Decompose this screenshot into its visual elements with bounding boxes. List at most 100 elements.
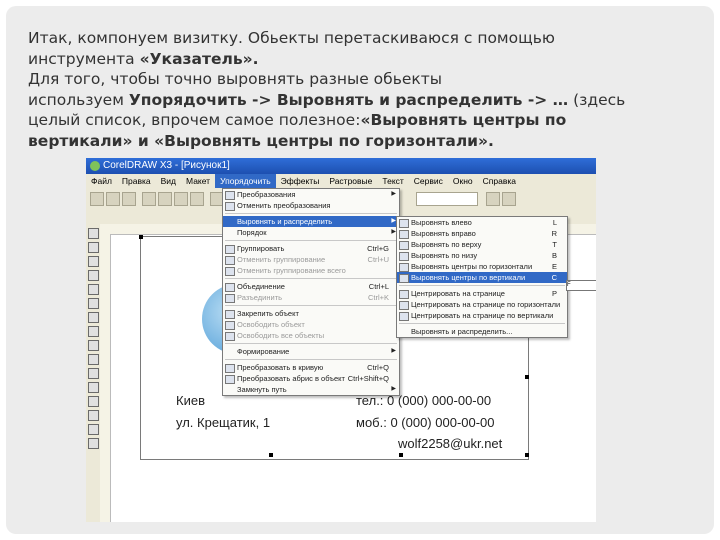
card-city[interactable]: Киев: [176, 393, 205, 408]
rectangle-tool-icon[interactable]: [88, 312, 99, 323]
align-bottom-icon: [399, 252, 409, 261]
submenu-align-left[interactable]: Выровнять влево L: [397, 217, 567, 228]
slide-paragraph: Итак, компонуем визитку. Обьекты перетас…: [28, 28, 698, 151]
menu-item-group[interactable]: Группировать Ctrl+G: [223, 243, 399, 254]
selection-handle[interactable]: [525, 375, 529, 379]
outline-object-icon: [225, 375, 235, 384]
text-line-3: Для того, чтобы точно выровнять разные о…: [28, 70, 443, 88]
selection-handle[interactable]: [139, 235, 143, 239]
new-icon[interactable]: [90, 192, 104, 206]
submenu-align-centers-vertical[interactable]: Выровнять центры по вертикали C: [397, 272, 567, 283]
menu-file[interactable]: Файл: [86, 174, 117, 188]
card-street[interactable]: ул. Крещатик, 1: [176, 415, 270, 430]
smart-fill-icon[interactable]: [88, 298, 99, 309]
menu-item-shaping[interactable]: Формирование ▶: [223, 346, 399, 357]
menu-text[interactable]: Текст: [377, 174, 408, 188]
submenu-center-page-horizontal[interactable]: Центрировать на странице по горизонтали: [397, 299, 567, 310]
clear-transform-icon: [225, 202, 235, 211]
menu-item-break-apart[interactable]: Разъединить Ctrl+K: [223, 292, 399, 303]
fill-tool-icon[interactable]: [88, 424, 99, 435]
menu-window[interactable]: Окно: [448, 174, 478, 188]
freehand-tool-icon[interactable]: [88, 284, 99, 295]
card-mobile[interactable]: моб.: 0 (000) 000-00-00: [356, 415, 495, 430]
menu-item-transformations[interactable]: Преобразования ▶: [223, 189, 399, 200]
break-apart-icon: [225, 294, 235, 303]
align-top-icon: [399, 241, 409, 250]
selection-handle[interactable]: [399, 453, 403, 457]
card-email[interactable]: wolf2258@ukr.net: [398, 436, 502, 451]
shape-tool-icon[interactable]: [88, 242, 99, 253]
submenu-align-right[interactable]: Выровнять вправо R: [397, 228, 567, 239]
menu-item-ungroup-all[interactable]: Отменить группирование всего: [223, 265, 399, 276]
menu-item-convert-to-curves[interactable]: Преобразовать в кривую Ctrl+Q: [223, 362, 399, 373]
command-horizontal-centers: вертикали» и «Выровнять центры по горизо…: [28, 131, 494, 150]
outline-tool-icon[interactable]: [88, 410, 99, 421]
paste-icon[interactable]: [190, 192, 204, 206]
align-right-icon: [399, 230, 409, 239]
save-icon[interactable]: [122, 192, 136, 206]
submenu-align-bottom[interactable]: Выровнять по низу B: [397, 250, 567, 261]
unlock-all-icon: [225, 332, 235, 341]
menu-tools[interactable]: Сервис: [409, 174, 448, 188]
menu-edit[interactable]: Правка: [117, 174, 156, 188]
menu-separator: [225, 213, 397, 214]
interactive-tool-icon[interactable]: [88, 382, 99, 393]
coreldraw-app-icon: [90, 161, 100, 171]
submenu-align-distribute-dialog[interactable]: Выровнять и распределить...: [397, 326, 567, 337]
align-center-h-icon: [399, 263, 409, 272]
eyedropper-tool-icon[interactable]: [88, 396, 99, 407]
menu-item-unlock-all[interactable]: Освободить все объекты: [223, 330, 399, 341]
menu-separator: [399, 323, 565, 324]
command-vertical-centers: «Выровнять центры по: [360, 111, 567, 129]
zoom-dropdown[interactable]: [416, 192, 478, 206]
menu-item-lock-object[interactable]: Закрепить объект: [223, 308, 399, 319]
zoom-tool-icon[interactable]: [88, 270, 99, 281]
crop-tool-icon[interactable]: [88, 256, 99, 267]
menu-arrange[interactable]: Упорядочить: [215, 174, 276, 188]
submenu-align-top[interactable]: Выровнять по верху T: [397, 239, 567, 250]
text-line-5: целый список, впрочем самое полезное:: [28, 111, 361, 129]
ungroup-icon: [225, 256, 235, 265]
menu-bar: Файл Правка Вид Макет Упорядочить Эффекты Раст…: [86, 174, 596, 188]
menu-item-clear-transformations[interactable]: Отменить преобразования: [223, 200, 399, 211]
snap-icon[interactable]: [486, 192, 500, 206]
menu-item-convert-outline[interactable]: Преобразовать абрис в объект Ctrl+Shift+Q: [223, 373, 399, 384]
menu-item-order[interactable]: Порядок ▶: [223, 227, 399, 238]
property-field[interactable]: F: [566, 280, 596, 291]
menu-item-combine[interactable]: Объединение Ctrl+L: [223, 281, 399, 292]
window-title: CorelDRAW X3 - [Рисунок1]: [103, 160, 230, 171]
menu-effects[interactable]: Эффекты: [276, 174, 325, 188]
basic-shapes-icon[interactable]: [88, 354, 99, 365]
cut-icon[interactable]: [158, 192, 172, 206]
copy-icon[interactable]: [174, 192, 188, 206]
options-icon[interactable]: [502, 192, 516, 206]
menu-item-ungroup[interactable]: Отменить группирование Ctrl+U: [223, 254, 399, 265]
pick-tool-icon[interactable]: [88, 228, 99, 239]
ungroup-all-icon: [225, 267, 235, 276]
submenu-align-centers-horizontal[interactable]: Выровнять центры по горизонтали E: [397, 261, 567, 272]
menu-bitmaps[interactable]: Растровые: [324, 174, 377, 188]
menu-item-close-path[interactable]: Замкнуть путь ▶: [223, 384, 399, 395]
text-tool-icon[interactable]: [88, 368, 99, 379]
title-bar: CorelDRAW X3 - [Рисунок1]: [86, 158, 596, 174]
arrange-menu: Преобразования ▶ Отменить преобразования …: [222, 188, 400, 396]
interactive-fill-icon[interactable]: [88, 438, 99, 449]
selection-handle[interactable]: [525, 453, 529, 457]
menu-separator: [399, 285, 565, 286]
menu-help[interactable]: Справка: [478, 174, 521, 188]
ellipse-tool-icon[interactable]: [88, 326, 99, 337]
selection-handle[interactable]: [269, 453, 273, 457]
align-left-icon: [399, 219, 409, 228]
polygon-tool-icon[interactable]: [88, 340, 99, 351]
menu-view[interactable]: Вид: [156, 174, 181, 188]
open-icon[interactable]: [106, 192, 120, 206]
print-icon[interactable]: [142, 192, 156, 206]
submenu-center-page-vertical[interactable]: Центрировать на странице по вертикали: [397, 310, 567, 321]
text-line-1: Итак, компонуем визитку. Обьекты перетас…: [28, 29, 555, 47]
menu-layout[interactable]: Макет: [181, 174, 215, 188]
menu-item-unlock-object[interactable]: Освободить объект: [223, 319, 399, 330]
menu-item-align-distribute[interactable]: Выровнять и распределить ▶: [223, 216, 399, 227]
menu-separator: [225, 240, 397, 241]
submenu-center-page[interactable]: Центрировать на странице P: [397, 288, 567, 299]
lock-icon: [225, 310, 235, 319]
